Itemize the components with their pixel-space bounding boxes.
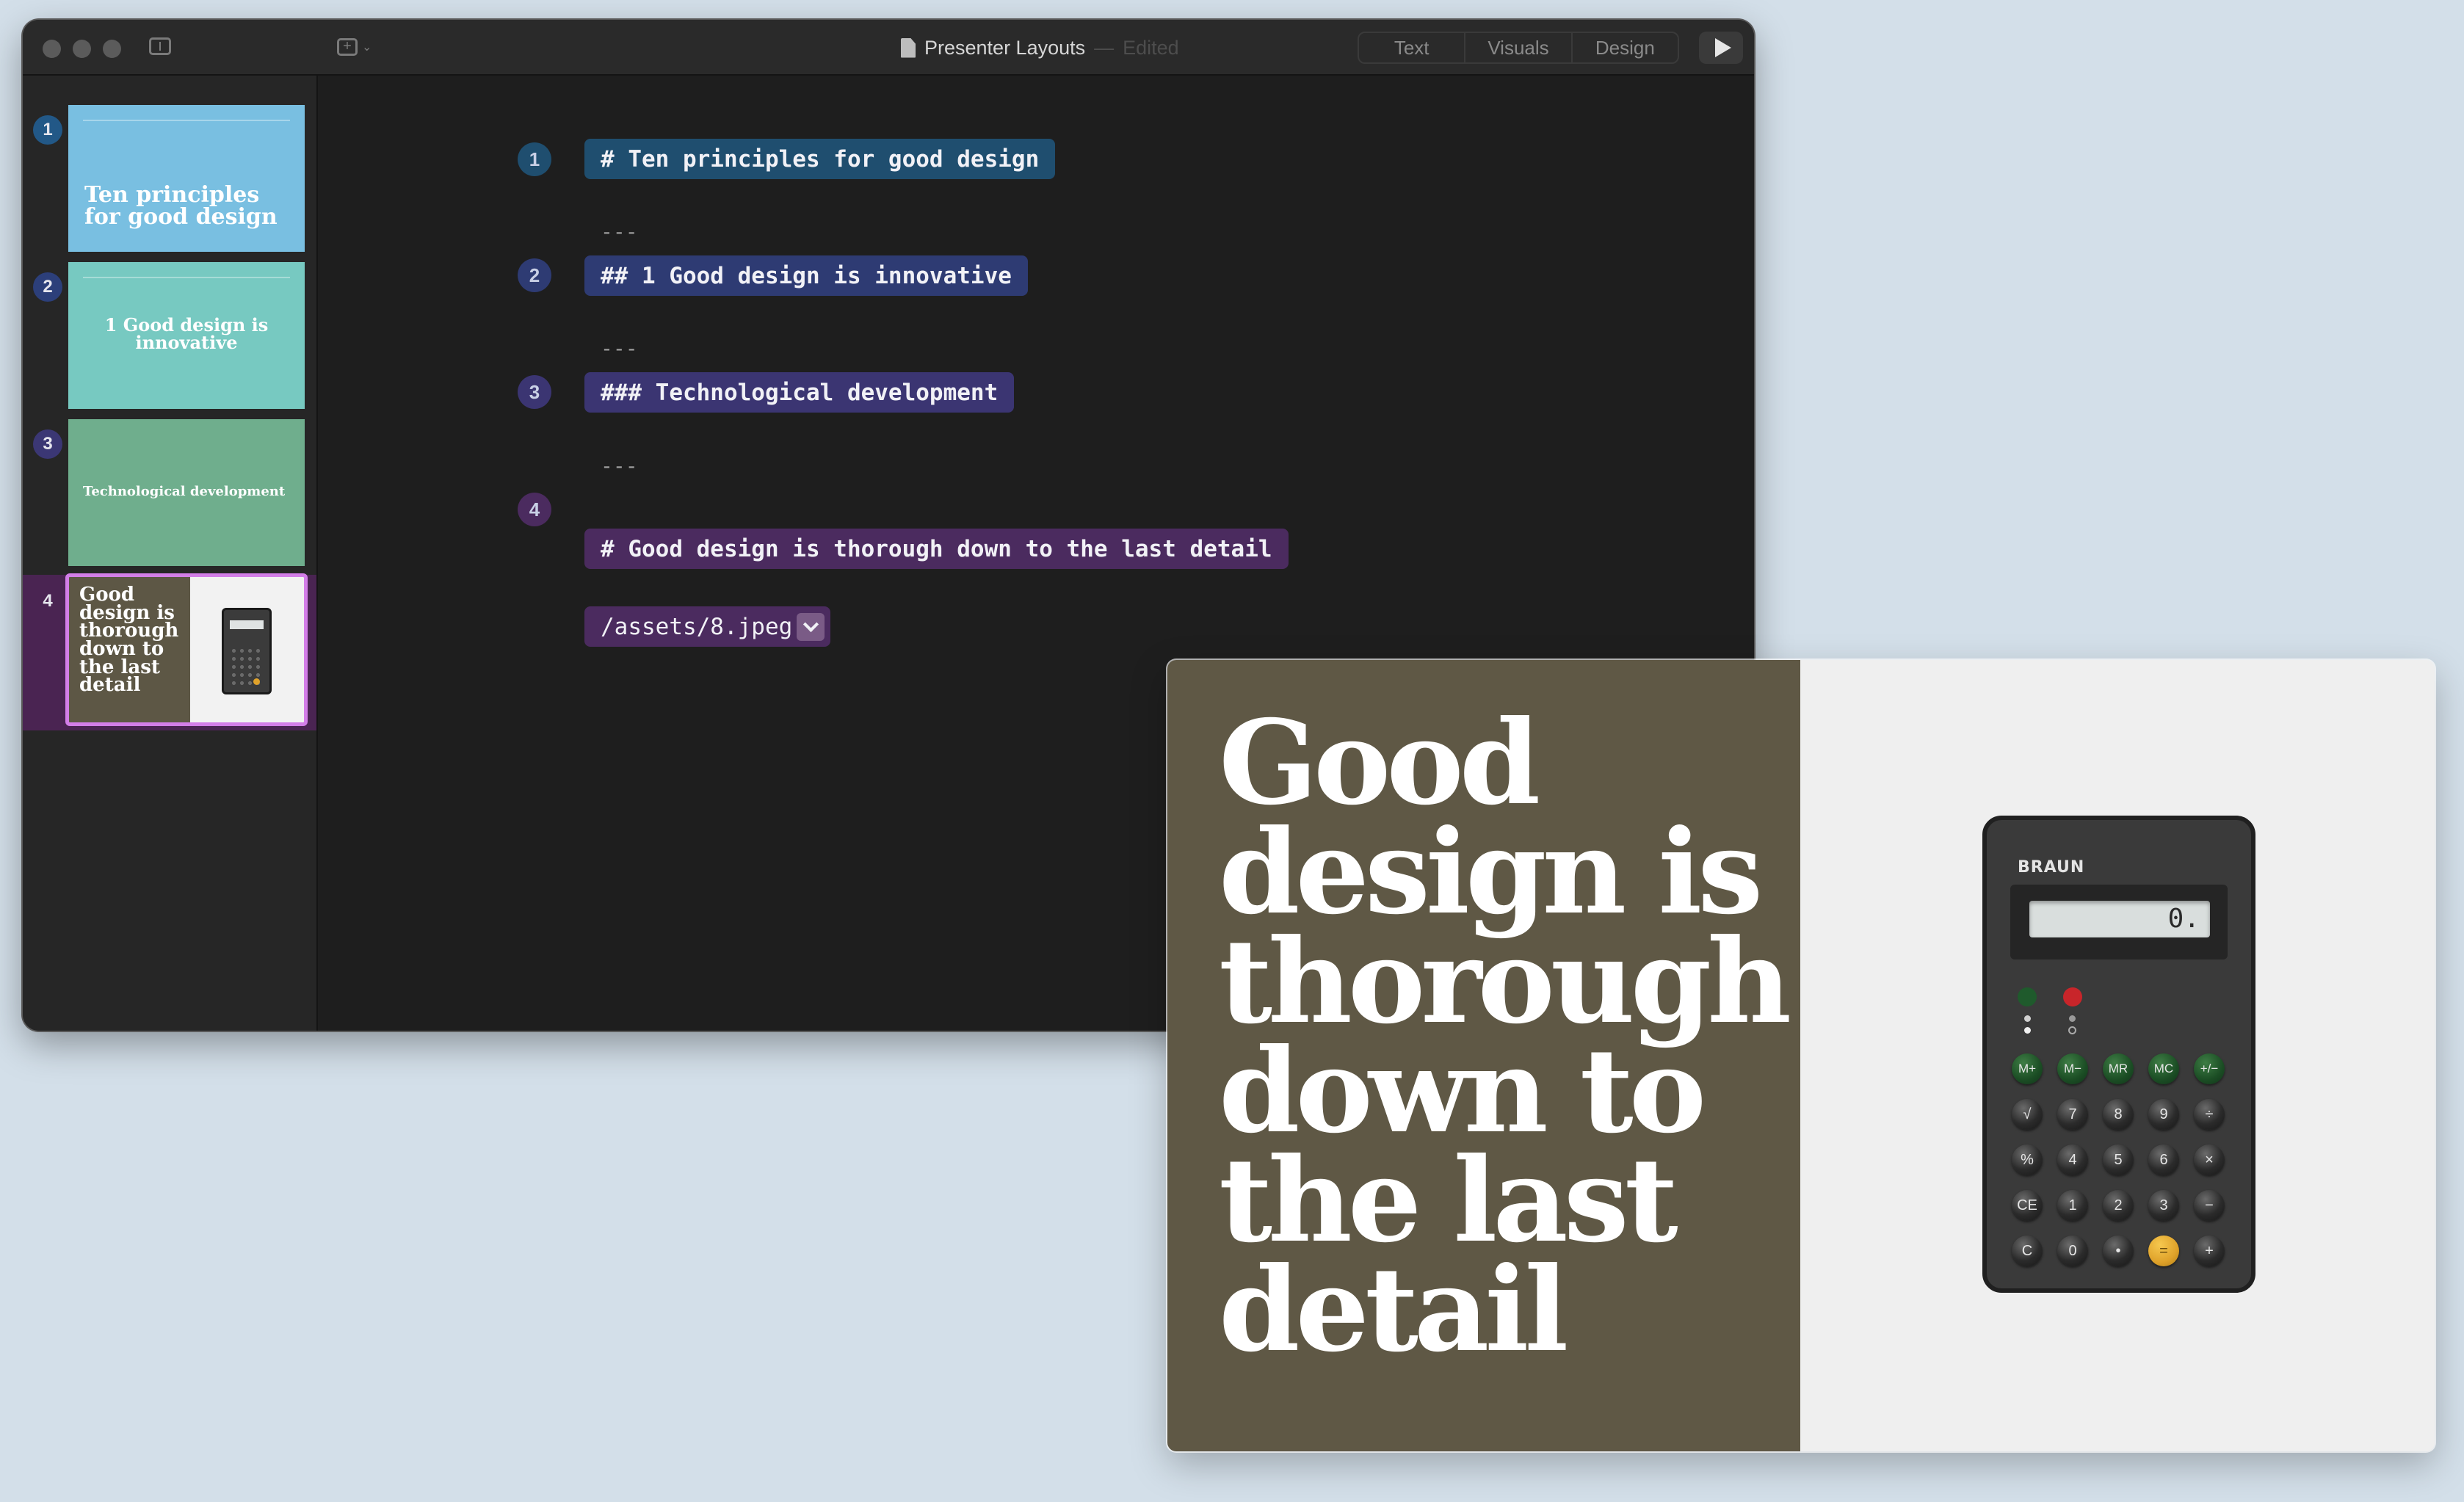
slide-marker-1[interactable]: 1	[518, 142, 551, 176]
close-window-button[interactable]	[43, 40, 61, 58]
slide-thumbnail-title: Technological development	[83, 484, 286, 499]
slide-thumbnail[interactable]: Technological development	[68, 419, 305, 566]
calculator-display: 0.	[2029, 901, 2210, 937]
calculator-key: 8	[2103, 1099, 2134, 1130]
slide-marker-4[interactable]: 4	[518, 493, 551, 526]
title-bar: + ⌄ Presenter Layouts — Edited Text Visu…	[23, 20, 1754, 76]
mini-display	[230, 620, 264, 629]
minimize-window-button[interactable]	[73, 40, 91, 58]
calculator-key: ÷	[2194, 1099, 2225, 1130]
asset-path: /assets/8.jpeg	[601, 613, 793, 640]
slide-separator: ---	[601, 454, 638, 478]
calculator-key: 2	[2103, 1190, 2134, 1221]
calculator-key: 3	[2148, 1190, 2179, 1221]
slide-thumbnail-title: 1 Good design is innovative	[104, 314, 269, 353]
slide-thumbnail-row[interactable]: 2 1 Good design is innovative	[23, 261, 316, 416]
calculator-key: M+	[2012, 1053, 2043, 1084]
calculator-keypad: M+ M− MR MC +/− √ 7 8 9 ÷% 4 5 6 × CE 1 2 3− C 0 • = +	[2012, 1053, 2236, 1278]
preview-image-panel: BRAUN 0. M+ M− MR MC +/− √ 7 8 9 ÷% 4 5 6 × CE 1 2 3− C 0 • =…	[1800, 660, 2435, 1451]
calculator-key: 7	[2057, 1099, 2088, 1130]
preview-title: Good design is thorough down to the last…	[1219, 695, 1791, 1378]
tab-design[interactable]: Design	[1573, 33, 1678, 62]
plus-icon: +	[337, 38, 358, 56]
calculator-key: 5	[2103, 1144, 2134, 1175]
play-icon	[1714, 38, 1731, 57]
calculator-key: 9	[2148, 1099, 2179, 1130]
calculator-key: =	[2148, 1236, 2179, 1266]
calculator-key: +	[2194, 1236, 2225, 1266]
zoom-window-button[interactable]	[103, 40, 121, 58]
asset-path-line[interactable]: /assets/8.jpeg	[584, 606, 831, 647]
indicator-dot	[2024, 1027, 2031, 1034]
calculator-key: √	[2012, 1099, 2043, 1130]
slide-number-badge: 3	[33, 429, 62, 459]
view-mode-segmented-control: Text Visuals Design	[1358, 32, 1679, 64]
sidebar-toggle-icon[interactable]	[149, 37, 171, 55]
calculator-key: ×	[2194, 1144, 2225, 1175]
slide-marker-3[interactable]: 3	[518, 375, 551, 409]
calculator-thumbnail-image	[222, 608, 272, 694]
title-separator: —	[1094, 36, 1115, 59]
thumbnail-image	[190, 577, 304, 722]
preview-text-panel: Good design is thorough down to the last…	[1167, 660, 1800, 1451]
document-icon	[901, 37, 916, 58]
mini-equals-key	[253, 678, 260, 685]
calculator-key: 6	[2148, 1144, 2179, 1175]
document-title: Presenter Layouts — Edited	[901, 35, 1179, 61]
slide-thumbnail-row[interactable]: 3 Technological development	[23, 418, 316, 573]
document-name: Presenter Layouts	[924, 36, 1086, 59]
slide-number-badge: 4	[43, 591, 53, 611]
slide-number-badge: 2	[33, 272, 62, 302]
slide-thumbnail[interactable]: Good design is thorough down to the last…	[65, 573, 308, 726]
slide-thumbnail-row[interactable]: 1 Ten principles for good design	[23, 104, 316, 259]
calculator-key: MR	[2103, 1053, 2134, 1084]
heading-line[interactable]: # Good design is thorough down to the la…	[584, 529, 1289, 569]
chevron-down-icon[interactable]	[797, 612, 825, 641]
heading-line[interactable]: ## 1 Good design is innovative	[584, 255, 1028, 296]
indicator-dot	[2024, 1015, 2031, 1022]
edited-status: Edited	[1123, 36, 1179, 59]
calculator-key: MC	[2148, 1053, 2179, 1084]
calculator-key: CE	[2012, 1190, 2043, 1221]
calculator-key: 1	[2057, 1190, 2088, 1221]
brand-logo: BRAUN	[2018, 858, 2085, 877]
calculator-key: C	[2012, 1236, 2043, 1266]
slide-marker-2[interactable]: 2	[518, 258, 551, 292]
slide-thumbnail-title: Good design is thorough down to the last…	[79, 584, 179, 697]
slide-separator: ---	[601, 336, 638, 360]
tab-text[interactable]: Text	[1359, 33, 1466, 62]
calculator-key: −	[2194, 1190, 2225, 1221]
slide-thumbnail-row-selected[interactable]: 4 Good design is thorough down to the la…	[23, 573, 316, 730]
calculator-key: %	[2012, 1144, 2043, 1175]
play-button[interactable]	[1699, 32, 1743, 64]
green-switch	[2018, 987, 2037, 1006]
calculator-key: 0	[2057, 1236, 2088, 1266]
slide-separator: ---	[601, 220, 638, 244]
indicator-dot	[2068, 1026, 2076, 1034]
add-slide-button[interactable]: + ⌄	[337, 36, 381, 58]
tab-visuals[interactable]: Visuals	[1465, 33, 1573, 62]
chevron-down-icon: ⌄	[362, 41, 372, 54]
calculator-display-frame: 0.	[2010, 885, 2228, 959]
calculator-key: +/−	[2194, 1053, 2225, 1084]
slide-thumbnail-title: Ten principles for good design	[84, 182, 278, 230]
calculator-image: BRAUN 0. M+ M− MR MC +/− √ 7 8 9 ÷% 4 5 6 × CE 1 2 3− C 0 • =…	[1982, 816, 2255, 1293]
calculator-key: M−	[2057, 1053, 2088, 1084]
heading-line[interactable]: # Ten principles for good design	[584, 139, 1056, 179]
slide-thumbnail[interactable]: Ten principles for good design	[68, 105, 305, 252]
thumbnail-rule	[83, 277, 290, 278]
thumbnail-rule	[83, 120, 290, 121]
indicator-dot	[2069, 1015, 2076, 1022]
red-switch	[2063, 987, 2082, 1006]
slide-preview: Good design is thorough down to the last…	[1167, 660, 2435, 1451]
heading-line[interactable]: ### Technological development	[584, 372, 1015, 413]
slide-thumbnail[interactable]: 1 Good design is innovative	[68, 262, 305, 409]
slide-navigator: 1 Ten principles for good design 2 1 Goo…	[23, 76, 318, 1031]
calculator-key: •	[2103, 1236, 2134, 1266]
calculator-key: 4	[2057, 1144, 2088, 1175]
slide-number-badge: 1	[33, 115, 62, 145]
